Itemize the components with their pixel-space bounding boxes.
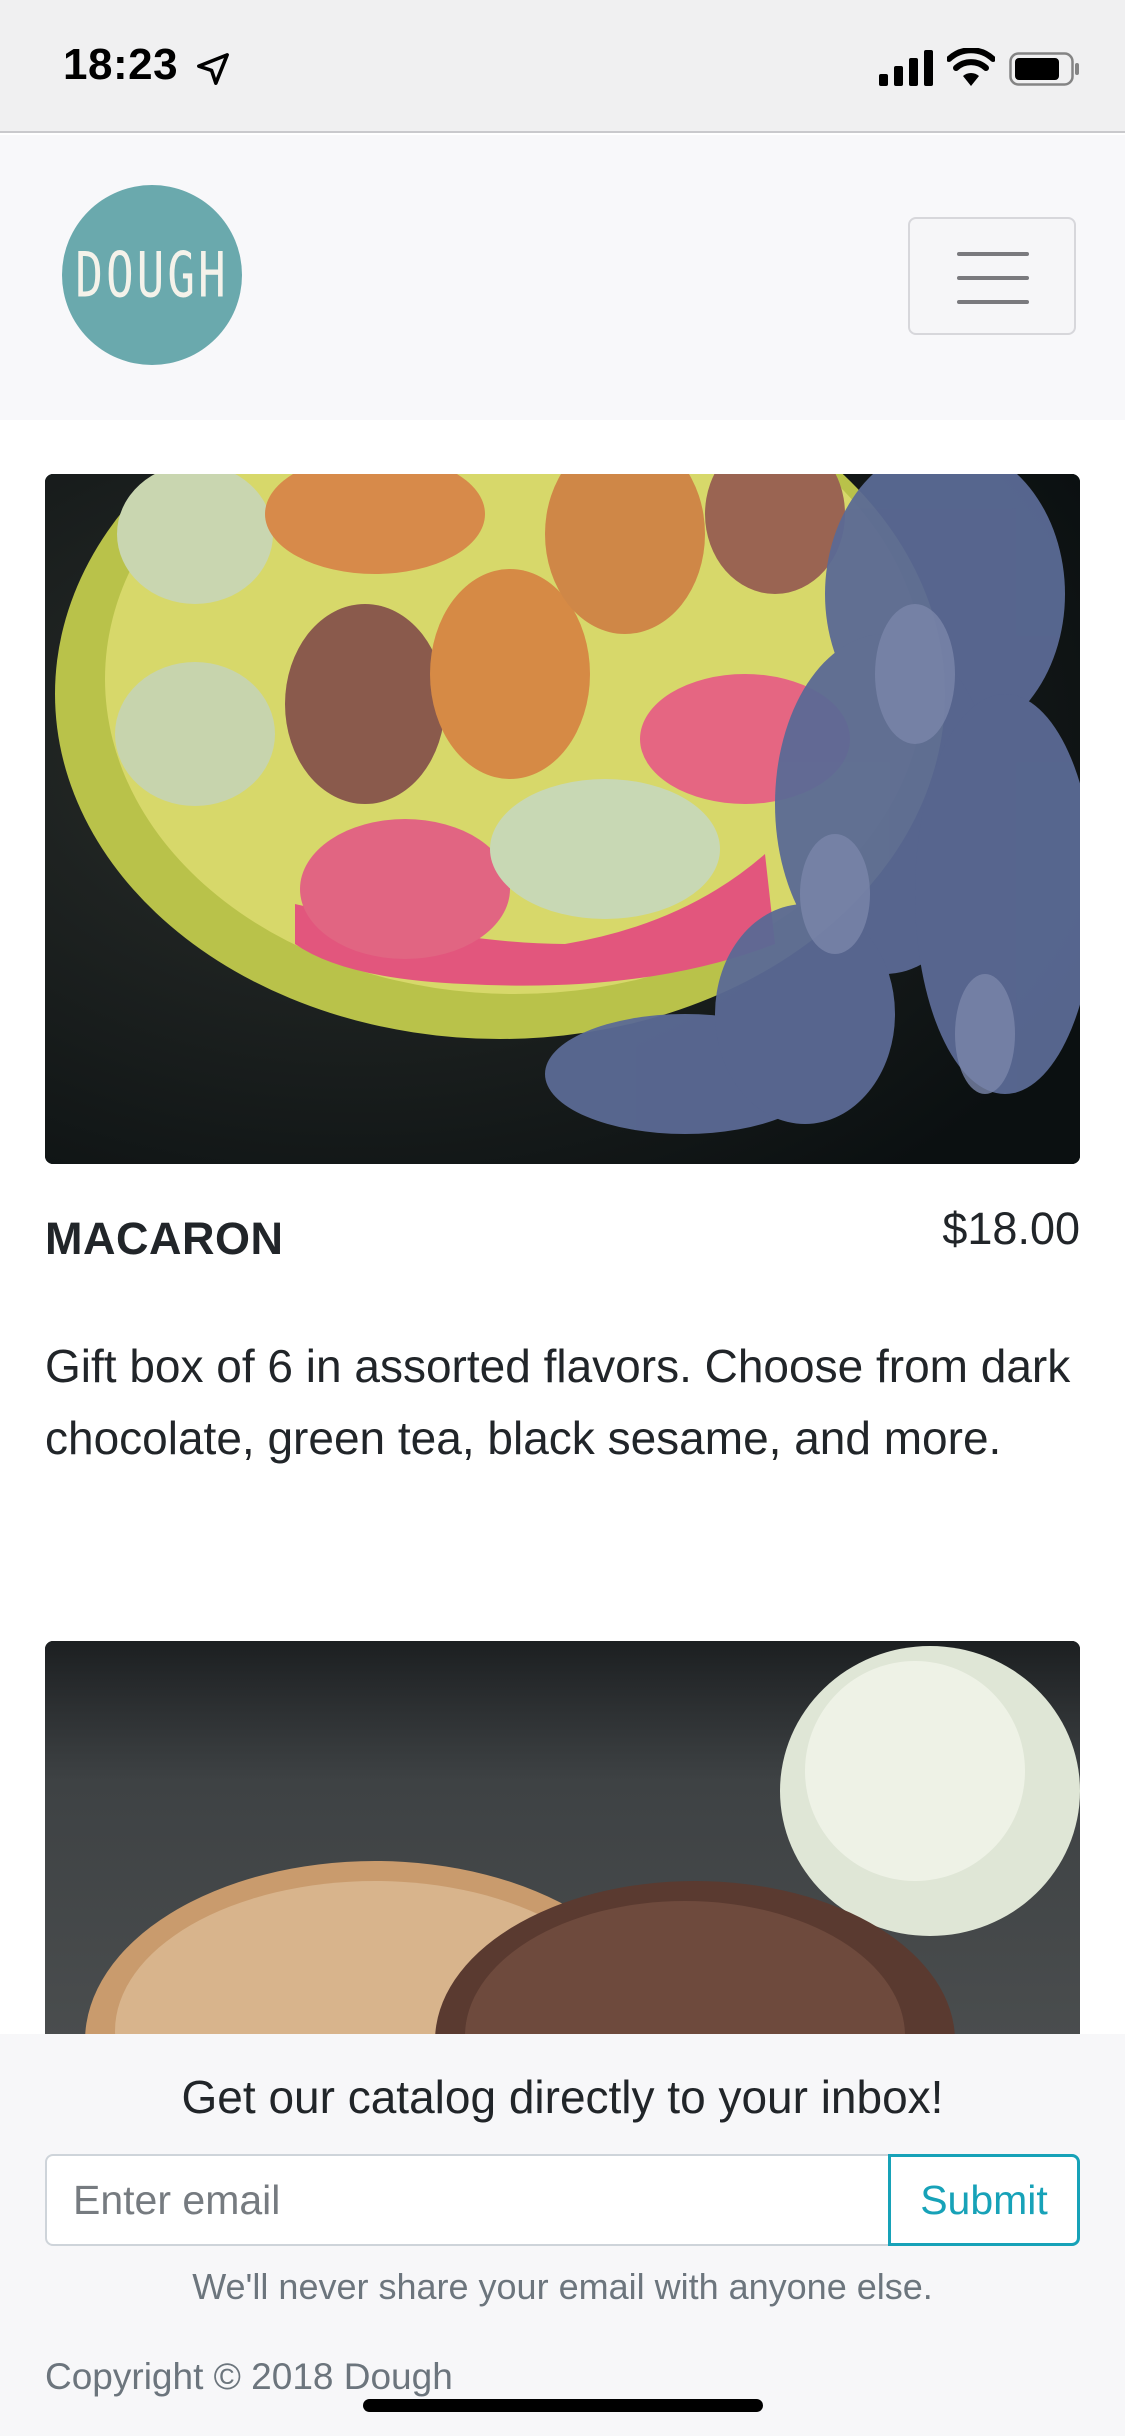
brand-logo[interactable]: DOUGH bbox=[62, 185, 242, 365]
product-title: MACARON bbox=[45, 1213, 284, 1264]
newsletter-heading: Get our catalog directly to your inbox! bbox=[181, 2071, 944, 2123]
copyright-text: Copyright © 2018 Dough bbox=[45, 2356, 453, 2397]
email-help-text: We'll never share your email with anyone… bbox=[192, 2266, 933, 2307]
menu-toggle-button[interactable] bbox=[908, 217, 1076, 335]
logo-text: DOUGH bbox=[75, 238, 229, 312]
home-indicator bbox=[363, 2399, 763, 2412]
battery-icon bbox=[1009, 52, 1079, 86]
product-price: $18.00 bbox=[942, 1203, 1080, 1254]
product-image-macaron bbox=[45, 474, 1080, 1164]
wifi-icon bbox=[947, 48, 995, 86]
status-time: 18:23 bbox=[63, 40, 179, 89]
signal-bars-icon bbox=[879, 50, 933, 86]
email-input[interactable] bbox=[45, 2154, 890, 2246]
location-arrow-icon bbox=[197, 53, 229, 85]
submit-button[interactable]: Submit bbox=[888, 2154, 1080, 2246]
product-image-cookies bbox=[45, 1641, 1080, 2041]
newsletter-footer: Get our catalog directly to your inbox! … bbox=[0, 2034, 1125, 2436]
status-bar: 18:23 bbox=[0, 0, 1125, 133]
navbar: DOUGH bbox=[0, 135, 1125, 420]
product-description: Gift box of 6 in assorted flavors. Choos… bbox=[45, 1340, 1071, 1464]
